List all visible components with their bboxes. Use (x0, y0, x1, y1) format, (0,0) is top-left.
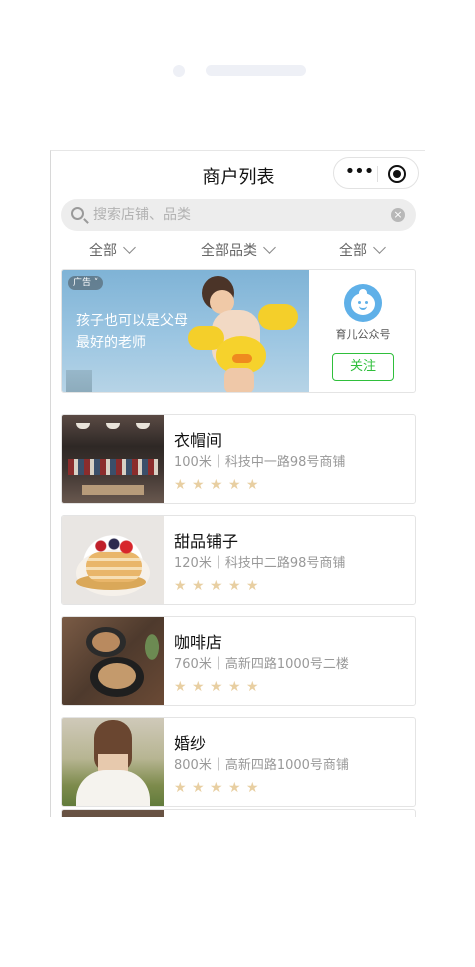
filter-area[interactable]: 全部 (89, 239, 136, 261)
store-card[interactable]: 衣帽间 100米｜科技中一路98号商铺 ★ ★ ★ ★ ★ (61, 414, 416, 504)
chevron-down-icon (373, 241, 386, 254)
filter-sort-label: 全部 (339, 243, 367, 259)
search-icon (71, 207, 84, 220)
store-thumbnail (62, 617, 164, 705)
star-icon: ★ (228, 578, 241, 594)
ad-tag-label: 广告 (73, 278, 92, 288)
star-icon: ★ (246, 780, 259, 796)
search-input[interactable] (93, 199, 383, 231)
store-rating: ★ ★ ★ ★ ★ (174, 781, 264, 795)
star-icon: ★ (228, 679, 241, 695)
star-icon: ★ (192, 679, 205, 695)
store-card[interactable]: 甜品铺子 120米｜科技中二路98号商铺 ★ ★ ★ ★ ★ (61, 515, 416, 605)
clear-icon[interactable]: × (391, 208, 405, 222)
filter-category-label: 全部品类 (201, 243, 257, 259)
star-icon: ★ (174, 477, 187, 493)
star-icon: ★ (174, 679, 187, 695)
store-rating: ★ ★ ★ ★ ★ (174, 579, 264, 593)
star-icon: ★ (192, 578, 205, 594)
star-icon: ★ (246, 578, 259, 594)
star-icon: ★ (192, 780, 205, 796)
store-rating: ★ ★ ★ ★ ★ (174, 478, 264, 492)
star-icon: ★ (210, 780, 223, 796)
store-thumbnail (62, 516, 164, 604)
store-card[interactable]: 婚纱 800米｜高新四路1000号商铺 ★ ★ ★ ★ ★ (61, 717, 416, 807)
star-icon: ★ (174, 578, 187, 594)
ad-headline-line2: 最好的老师 (76, 335, 146, 351)
star-icon: ★ (246, 679, 259, 695)
store-address: 120米｜科技中二路98号商铺 (174, 556, 346, 571)
star-icon: ★ (246, 477, 259, 493)
ad-image[interactable]: 广告 ˅ 孩子也可以是父母 最好的老师 (62, 270, 309, 392)
arm-float-right (258, 304, 298, 330)
store-address: 760米｜高新四路1000号二楼 (174, 657, 349, 672)
navigation-bar: 商户列表 ••• (51, 151, 425, 195)
target-circle-icon[interactable] (388, 165, 406, 183)
store-address: 800米｜高新四路1000号商铺 (174, 758, 349, 773)
more-dots-icon[interactable]: ••• (344, 163, 375, 184)
star-icon: ★ (210, 477, 223, 493)
star-icon: ★ (228, 780, 241, 796)
star-icon: ★ (210, 578, 223, 594)
chevron-down-icon (263, 241, 276, 254)
baby-face-icon (344, 284, 382, 322)
top-chrome (0, 0, 475, 150)
star-icon: ★ (174, 780, 187, 796)
star-icon: ★ (228, 477, 241, 493)
filter-area-label: 全部 (89, 243, 117, 259)
follow-button[interactable]: 关注 (332, 353, 394, 381)
store-name: 甜品铺子 (174, 532, 239, 551)
store-card-partial[interactable] (61, 809, 416, 817)
store-name: 婚纱 (174, 734, 207, 753)
background-plant (66, 370, 92, 392)
store-thumbnail (62, 415, 164, 503)
child-legs (224, 368, 254, 392)
star-icon: ★ (192, 477, 205, 493)
capsule-divider (377, 166, 378, 182)
ad-account-name: 育儿公众号 (335, 328, 391, 341)
ad-banner[interactable]: 广告 ˅ 孩子也可以是父母 最好的老师 育儿公众号 关注 (61, 269, 416, 393)
store-address: 100米｜科技中一路98号商铺 (174, 455, 346, 470)
store-thumbnail (62, 810, 164, 817)
speaker-pill (206, 65, 306, 76)
search-bar: × (61, 199, 416, 231)
filter-sort[interactable]: 全部 (339, 239, 386, 261)
camera-dot (173, 65, 185, 77)
chevron-down-icon (123, 241, 136, 254)
star-icon: ★ (210, 679, 223, 695)
mini-program-screen: 商户列表 ••• × 全部 全部品类 全部 (50, 150, 425, 817)
duck-beak (232, 354, 252, 363)
store-rating: ★ ★ ★ ★ ★ (174, 680, 264, 694)
filter-category[interactable]: 全部品类 (201, 239, 276, 261)
store-name: 衣帽间 (174, 431, 223, 450)
capsule-menu: ••• (333, 157, 419, 189)
ad-headline-line1: 孩子也可以是父母 (76, 313, 188, 329)
store-name: 咖啡店 (174, 633, 223, 652)
store-card[interactable]: 咖啡店 760米｜高新四路1000号二楼 ★ ★ ★ ★ ★ (61, 616, 416, 706)
filter-bar: 全部 全部品类 全部 (51, 239, 425, 261)
store-thumbnail (62, 718, 164, 806)
ad-account-panel: 育儿公众号 关注 (309, 270, 415, 392)
ad-tag[interactable]: 广告 ˅ (68, 276, 104, 290)
